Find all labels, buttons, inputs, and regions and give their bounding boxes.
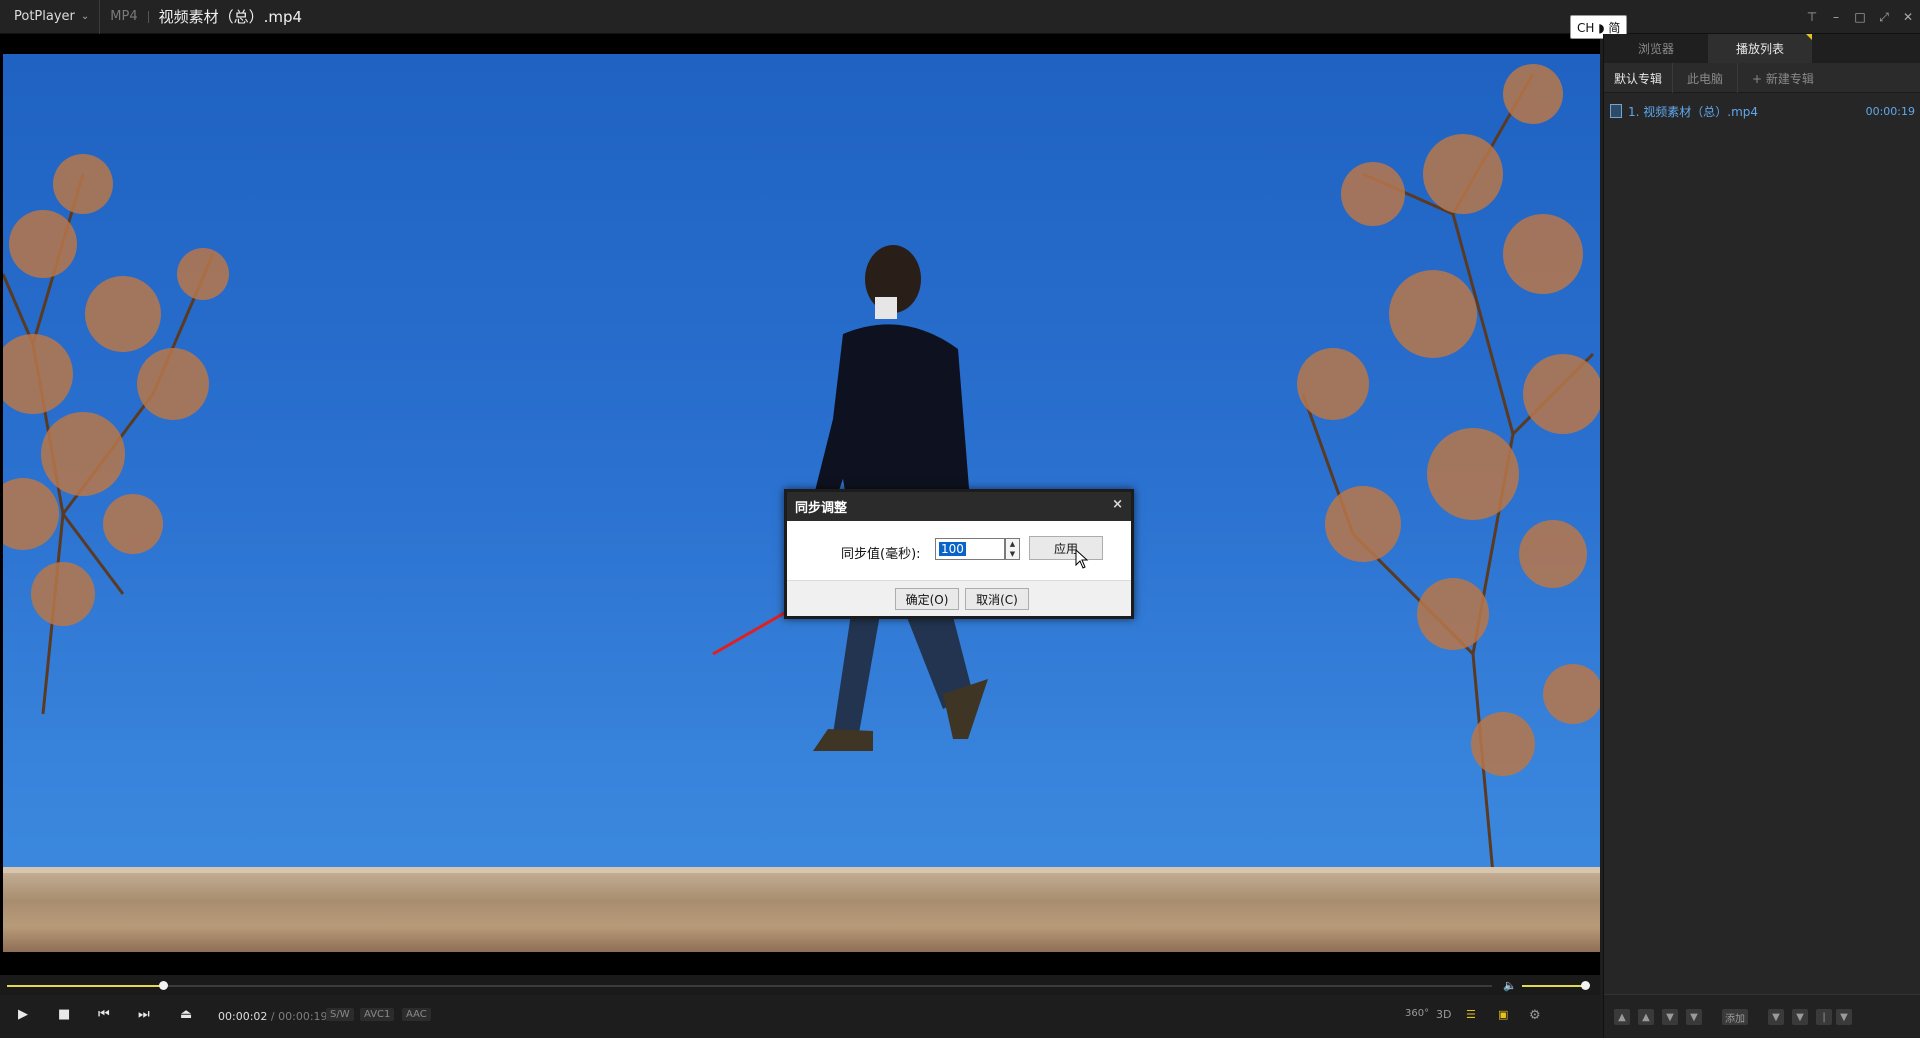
seek-bar[interactable] <box>7 981 1492 990</box>
current-time: 00:00:02 <box>218 1010 268 1023</box>
title-separator <box>147 10 149 23</box>
dialog-title-bar: 同步调整 × <box>787 492 1131 521</box>
playlist-panel: 浏览器 播放列表 默认专辑 此电脑 + 新建专辑 1. 视频素材（总）.mp4 … <box>1603 34 1920 1038</box>
add-button[interactable]: 添加 <box>1722 1009 1748 1025</box>
maximize-icon[interactable]: □ <box>1848 10 1872 24</box>
album-tabs: 默认专辑 此电脑 + 新建专辑 <box>1604 63 1920 93</box>
previous-icon[interactable]: ⏮ <box>98 1007 110 1022</box>
settings-gear-icon[interactable]: ⚙ <box>1529 1008 1541 1023</box>
tab-browser[interactable]: 浏览器 <box>1604 34 1708 63</box>
seek-row: 🔈 <box>0 975 1600 995</box>
video-codec-chip[interactable]: AVC1 <box>360 1008 395 1021</box>
time-separator: / <box>270 1010 275 1023</box>
list-options-icon[interactable]: ▼ <box>1792 1009 1808 1025</box>
ok-button[interactable]: 确定(O) <box>895 588 959 610</box>
close-icon[interactable]: ✕ <box>1896 10 1920 24</box>
apply-button[interactable]: 应用 <box>1029 536 1103 560</box>
tab-this-pc[interactable]: 此电脑 <box>1673 63 1739 93</box>
sync-value-spinner[interactable]: ▲ ▼ <box>1005 538 1020 560</box>
tab-default-album[interactable]: 默认专辑 <box>1604 63 1674 93</box>
move-bottom-icon[interactable]: ▼ <box>1686 1009 1702 1025</box>
spin-down-icon[interactable]: ▼ <box>1010 550 1015 558</box>
playlist-item-duration: 00:00:19 <box>1865 104 1915 118</box>
video-file-icon <box>1610 104 1622 118</box>
sync-value-text: 100 <box>939 542 966 556</box>
volume-icon[interactable]: 🔈 <box>1503 979 1517 992</box>
seek-progress <box>7 985 163 987</box>
potplayer-window: PotPlayer ⌄ MP4 视频素材（总）.mp4 ⊤ – □ ⤢ ✕ 同步… <box>0 0 1920 1038</box>
pin-icon[interactable]: ⊤ <box>1800 10 1824 24</box>
app-name: PotPlayer <box>14 9 75 24</box>
subtitle-icon[interactable]: ▣ <box>1498 1008 1508 1021</box>
play-icon[interactable]: ▶ <box>18 1007 28 1022</box>
stone-wall-graphic <box>3 867 1600 952</box>
video-area[interactable]: 同步调整 × 同步值(毫秒): 100 ▲ ▼ 应用 确定(O) 取消(C) <box>0 34 1600 975</box>
playlist-item[interactable]: 1. 视频素材（总）.mp4 00:00:19 <box>1610 101 1915 121</box>
title-bar: PotPlayer ⌄ MP4 视频素材（总）.mp4 ⊤ – □ ⤢ ✕ <box>0 0 1920 34</box>
sort-icon[interactable]: ▼ <box>1768 1009 1784 1025</box>
panel-tabs: 浏览器 播放列表 <box>1604 34 1920 63</box>
3d-button[interactable]: 3D <box>1436 1008 1451 1021</box>
mouse-cursor-icon <box>1075 549 1089 569</box>
app-menu-button[interactable]: PotPlayer ⌄ <box>0 0 101 34</box>
sync-value-input[interactable]: 100 <box>935 538 1005 560</box>
window-title: 视频素材（总）.mp4 <box>158 8 303 26</box>
next-icon[interactable]: ⏭ <box>138 1007 150 1022</box>
total-time: 00:00:19 <box>278 1010 328 1023</box>
volume-level <box>1522 985 1586 987</box>
dialog-title: 同步调整 <box>795 501 848 516</box>
time-display: 00:00:02 / 00:00:19 <box>218 1010 328 1023</box>
cancel-button[interactable]: 取消(C) <box>965 588 1029 610</box>
tab-playlist[interactable]: 播放列表 <box>1708 34 1812 63</box>
new-album-button[interactable]: + 新建专辑 <box>1738 63 1828 93</box>
menu-icon[interactable]: ▼ <box>1836 1009 1852 1025</box>
seek-handle[interactable] <box>158 981 168 990</box>
eject-icon[interactable]: ⏏ <box>180 1007 192 1022</box>
audio-codec-chip[interactable]: AAC <box>402 1008 431 1021</box>
playback-controls: ▶ ■ ⏮ ⏭ ⏏ 00:00:02 / 00:00:19 S/W AVC1 A… <box>0 995 1600 1038</box>
separator-icon: | <box>1816 1009 1832 1025</box>
volume-slider[interactable] <box>1522 981 1591 990</box>
dialog-footer: 确定(O) 取消(C) <box>787 580 1131 616</box>
move-top-icon[interactable]: ▲ <box>1614 1009 1630 1025</box>
playlist-item-label: 1. 视频素材（总）.mp4 <box>1628 104 1759 119</box>
fullscreen-icon[interactable]: ⤢ <box>1872 10 1896 25</box>
tree-left-graphic <box>3 154 229 714</box>
move-down-icon[interactable]: ▼ <box>1662 1009 1678 1025</box>
move-up-icon[interactable]: ▲ <box>1638 1009 1654 1025</box>
volume-handle[interactable] <box>1581 981 1591 990</box>
renderer-chip[interactable]: S/W <box>326 1008 354 1021</box>
sync-value-label: 同步值(毫秒): <box>841 547 921 562</box>
window-controls: ⊤ – □ ⤢ ✕ <box>1800 0 1920 34</box>
stop-icon[interactable]: ■ <box>58 1007 70 1022</box>
close-icon[interactable]: × <box>1112 497 1123 512</box>
format-label: MP4 <box>110 9 138 24</box>
playlist-footer: ▲ ▲ ▼ ▼ 添加 ▼ ▼ | ▼ <box>1604 994 1920 1038</box>
playlist-search-icon[interactable]: ☰ <box>1466 1008 1476 1021</box>
vr-360-button[interactable]: 360° <box>1405 1008 1429 1019</box>
tree-right-graphic <box>1297 64 1600 874</box>
chevron-down-icon: ⌄ <box>80 11 90 22</box>
minimize-icon[interactable]: – <box>1824 10 1848 24</box>
spin-up-icon[interactable]: ▲ <box>1010 540 1015 548</box>
